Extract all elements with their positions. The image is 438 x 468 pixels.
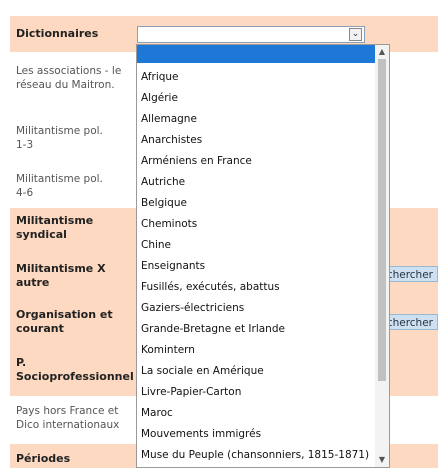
- label-militantisme-pol-1-3: Militantisme pol. 1-3: [16, 125, 103, 151]
- option-cheminots[interactable]: Cheminots: [141, 214, 197, 234]
- option-afrique[interactable]: Afrique: [141, 67, 179, 87]
- option-belgique[interactable]: Belgique: [141, 193, 187, 213]
- label-militantisme-syndical: Militantisme syndical: [16, 214, 94, 241]
- label-militantisme-pol-4-6: Militantisme pol. 4-6: [16, 173, 103, 199]
- option-armeniens-en-france[interactable]: Arméniens en France: [141, 151, 252, 171]
- option-maroc[interactable]: Maroc: [141, 403, 173, 423]
- scroll-up-icon[interactable]: ▲: [375, 45, 389, 59]
- label-p-socioprofessionnel: P. Socioprofessionnel: [16, 356, 134, 383]
- option-gaziers[interactable]: Gaziers-électriciens: [141, 298, 244, 318]
- option-muse-du-peuple[interactable]: Muse du Peuple (chansonniers, 1815-1871): [141, 445, 369, 465]
- label-associations: Les associations - le réseau du Maitron.: [16, 65, 122, 91]
- option-la-sociale[interactable]: La sociale en Amérique: [141, 361, 264, 381]
- dropdown-scrollbar[interactable]: ▲ ▼: [375, 45, 389, 467]
- option-anarchistes[interactable]: Anarchistes: [141, 130, 202, 150]
- chevron-down-icon[interactable]: ⌄: [349, 28, 362, 41]
- label-pays-hors-france: Pays hors France et Dico internationaux: [16, 405, 120, 431]
- label-militantisme-x-autre: Militantisme X autre: [16, 262, 106, 289]
- label-organisation-courant: Organisation et courant: [16, 308, 113, 335]
- label-dictionnaires: Dictionnaires: [16, 27, 99, 40]
- scrollbar-thumb[interactable]: [378, 59, 386, 381]
- scroll-down-icon[interactable]: ▼: [375, 453, 389, 467]
- option-autriche[interactable]: Autriche: [141, 172, 185, 192]
- option-allemagne[interactable]: Allemagne: [141, 109, 197, 129]
- option-algerie[interactable]: Algérie: [141, 88, 178, 108]
- option-chine[interactable]: Chine: [141, 235, 171, 255]
- dictionnaires-select[interactable]: ⌄: [137, 26, 365, 43]
- label-periodes: Périodes: [16, 452, 71, 465]
- option-mouvements-immigres[interactable]: Mouvements immigrés: [141, 424, 261, 444]
- option-livre-papier[interactable]: Livre-Papier-Carton: [141, 382, 241, 402]
- option-komintern[interactable]: Komintern: [141, 340, 195, 360]
- dropdown-list[interactable]: Afrique Algérie Allemagne Anarchistes Ar…: [136, 44, 390, 468]
- option-grande-bretagne[interactable]: Grande-Bretagne et Irlande: [141, 319, 285, 339]
- option-enseignants[interactable]: Enseignants: [141, 256, 205, 276]
- option-fusilles[interactable]: Fusillés, exécutés, abattus: [141, 277, 280, 297]
- highlighted-option[interactable]: [137, 45, 375, 63]
